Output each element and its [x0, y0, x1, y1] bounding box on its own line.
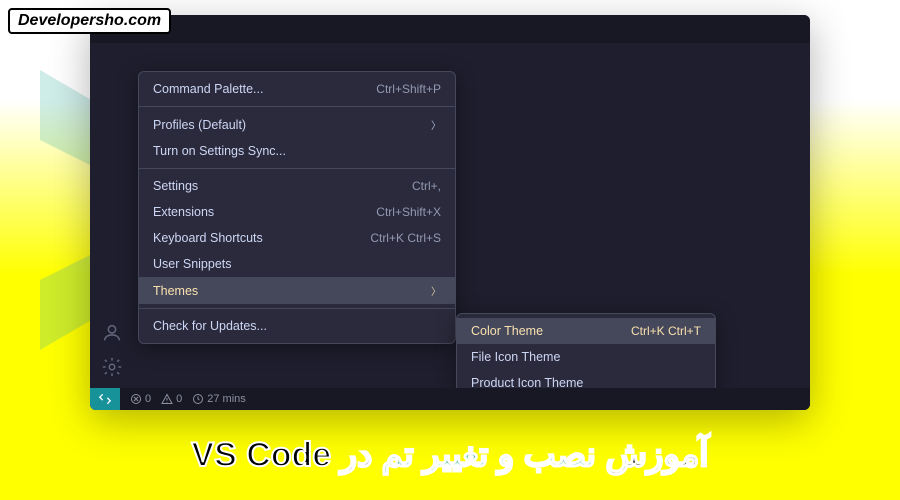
caption-word-in: در [341, 436, 373, 474]
menu-shortcut: Ctrl+Shift+P [376, 82, 441, 96]
menu-themes[interactable]: Themes 〉 [139, 277, 455, 304]
manage-gear-icon[interactable] [101, 356, 123, 378]
menu-label: Keyboard Shortcuts [153, 231, 263, 245]
caption-word-vscode: VS Code [191, 436, 331, 474]
clock-icon [192, 393, 204, 405]
menu-shortcut: Ctrl+K Ctrl+T [631, 324, 701, 338]
error-icon [130, 393, 142, 405]
menu-label: File Icon Theme [471, 350, 560, 364]
menu-label: Turn on Settings Sync... [153, 144, 286, 158]
status-warnings[interactable]: 0 [161, 393, 182, 405]
caption-word-tutorial: آموزش [605, 436, 708, 474]
activity-bar [90, 43, 134, 388]
window-titlebar [90, 15, 810, 43]
chevron-right-icon: 〉 [431, 117, 441, 132]
watermark-logo: Developersho.com [8, 8, 171, 34]
menu-shortcut: Ctrl+, [412, 179, 441, 193]
menu-settings[interactable]: Settings Ctrl+, [139, 173, 455, 199]
vscode-window: Command Palette... Ctrl+Shift+P Profiles… [90, 15, 810, 410]
chevron-right-icon: 〉 [431, 283, 441, 298]
status-bar: 0 0 27 mins [90, 388, 810, 410]
menu-separator [139, 308, 455, 309]
warning-icon [161, 393, 173, 405]
menu-user-snippets[interactable]: User Snippets [139, 251, 455, 277]
menu-separator [139, 106, 455, 107]
menu-label: Check for Updates... [153, 319, 267, 333]
remote-icon [98, 392, 112, 406]
menu-label: Command Palette... [153, 82, 263, 96]
menu-check-updates[interactable]: Check for Updates... [139, 313, 455, 339]
accounts-icon[interactable] [101, 322, 123, 344]
menu-label: User Snippets [153, 257, 232, 271]
status-time-label: 27 mins [207, 393, 246, 405]
remote-button[interactable] [90, 388, 120, 410]
menu-label: Profiles (Default) [153, 118, 246, 132]
settings-context-menu: Command Palette... Ctrl+Shift+P Profiles… [138, 71, 456, 344]
status-errors-count: 0 [145, 393, 151, 405]
menu-settings-sync[interactable]: Turn on Settings Sync... [139, 138, 455, 164]
menu-separator [139, 168, 455, 169]
menu-label: Settings [153, 179, 198, 193]
status-errors[interactable]: 0 [130, 393, 151, 405]
status-warnings-count: 0 [176, 393, 182, 405]
menu-keyboard-shortcuts[interactable]: Keyboard Shortcuts Ctrl+K Ctrl+S [139, 225, 455, 251]
menu-label: Extensions [153, 205, 214, 219]
menu-profiles[interactable]: Profiles (Default) 〉 [139, 111, 455, 138]
menu-shortcut: Ctrl+K Ctrl+S [370, 231, 441, 245]
submenu-color-theme[interactable]: Color Theme Ctrl+K Ctrl+T [457, 318, 715, 344]
menu-shortcut: Ctrl+Shift+X [376, 205, 441, 219]
menu-command-palette[interactable]: Command Palette... Ctrl+Shift+P [139, 76, 455, 102]
menu-extensions[interactable]: Extensions Ctrl+Shift+X [139, 199, 455, 225]
menu-label: Color Theme [471, 324, 543, 338]
menu-label: Themes [153, 284, 198, 298]
caption-word-theme: نصب و تغییر تم [382, 436, 596, 474]
status-time[interactable]: 27 mins [192, 393, 246, 405]
caption-text: آموزش نصب و تغییر تم در VS Code [0, 435, 900, 475]
submenu-file-icon-theme[interactable]: File Icon Theme [457, 344, 715, 370]
